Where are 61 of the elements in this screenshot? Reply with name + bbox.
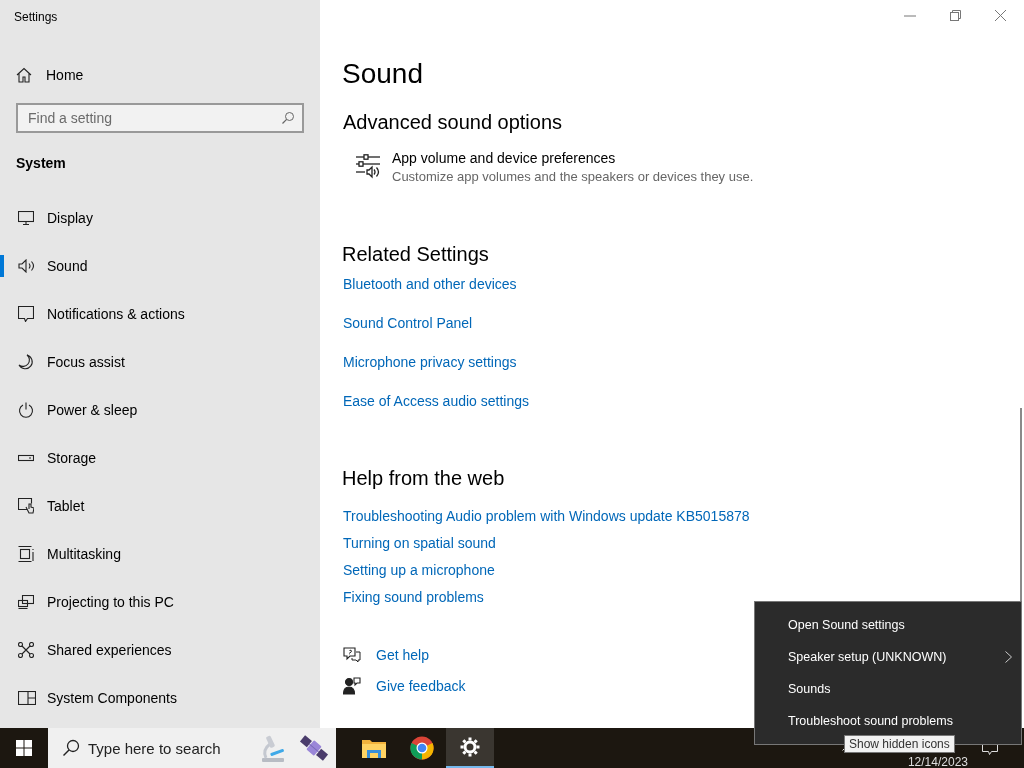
menu-item[interactable]: Open Sound settings (755, 609, 1021, 641)
taskbar-app[interactable] (446, 728, 494, 768)
nav-item[interactable]: Storage (0, 434, 320, 482)
link[interactable]: Troubleshooting Audio problem with Windows update KB5015878 (343, 507, 750, 525)
settings-icon (460, 737, 480, 757)
restore-icon[interactable] (950, 10, 961, 21)
link[interactable]: Get help (376, 646, 429, 664)
search-icon (281, 111, 295, 125)
section-heading: Advanced sound options (343, 110, 564, 135)
taskbar-search-field[interactable]: Type here to search (48, 728, 336, 768)
search-field[interactable]: Find a setting (16, 103, 304, 133)
link[interactable]: Turning on spatial sound (343, 534, 496, 552)
section-heading: System (16, 155, 67, 173)
tooltip: Show hidden icons (844, 735, 955, 753)
nav-item[interactable]: Shared experiences (0, 626, 320, 674)
menu-item[interactable]: Troubleshoot sound problems (755, 705, 1021, 737)
close-icon[interactable] (995, 10, 1006, 21)
link[interactable]: Setting up a microphone (343, 561, 495, 579)
folder-icon (362, 738, 386, 758)
nav-item[interactable]: Multitasking (0, 530, 320, 578)
power-icon (18, 402, 34, 418)
link[interactable]: Fixing sound problems (343, 588, 484, 606)
projector-screen-icon (18, 595, 34, 609)
sliders-speaker-icon (355, 154, 381, 180)
moon-icon (18, 354, 34, 370)
speaker-icon (18, 259, 36, 273)
nav-item[interactable]: Focus assist (0, 338, 320, 386)
page-title: Sound (342, 57, 424, 91)
setting-description: Customize app volumes and the speakers or devices they use. (392, 168, 754, 186)
tablet-touch-icon (18, 498, 34, 514)
section-heading: Help from the web (342, 466, 506, 491)
split-panel-icon (18, 691, 36, 705)
person-feedback-icon (343, 677, 361, 695)
setting-title[interactable]: App volume and device preferences (392, 149, 754, 167)
search-icon (62, 739, 80, 757)
nav-item[interactable]: Notifications & actions (0, 290, 320, 338)
help-chat-icon (343, 647, 361, 663)
link[interactable]: Ease of Access audio settings (343, 392, 529, 410)
window-title: Settings (14, 9, 59, 26)
nav-item[interactable]: Power & sleep (0, 386, 320, 434)
menu-item[interactable]: Speaker setup (UNKNOWN) (755, 641, 1021, 673)
link[interactable]: Microphone privacy settings (343, 353, 517, 371)
clock-date[interactable]: 12/14/2023 (907, 755, 968, 768)
drive-icon (18, 454, 34, 462)
nav-item[interactable]: Display (0, 194, 320, 242)
link[interactable]: Give feedback (376, 677, 466, 695)
section-heading: Related Settings (342, 242, 490, 267)
monitor-icon (18, 211, 34, 225)
nav-item[interactable]: Tablet (0, 482, 320, 530)
home-icon (16, 67, 32, 83)
window-stack-icon (18, 546, 34, 562)
menu-item[interactable]: Sounds (755, 673, 1021, 705)
browser-icon (410, 736, 434, 760)
link[interactable]: Bluetooth and other devices (343, 275, 517, 293)
link[interactable]: Sound Control Panel (343, 314, 473, 332)
windows-logo-icon (16, 740, 32, 756)
nav-item[interactable]: Projecting to this PC (0, 578, 320, 626)
nav-item[interactable]: System Components (0, 674, 320, 722)
message-icon (18, 306, 34, 322)
home-item[interactable]: Home (16, 65, 320, 85)
network-nodes-icon (18, 642, 34, 658)
